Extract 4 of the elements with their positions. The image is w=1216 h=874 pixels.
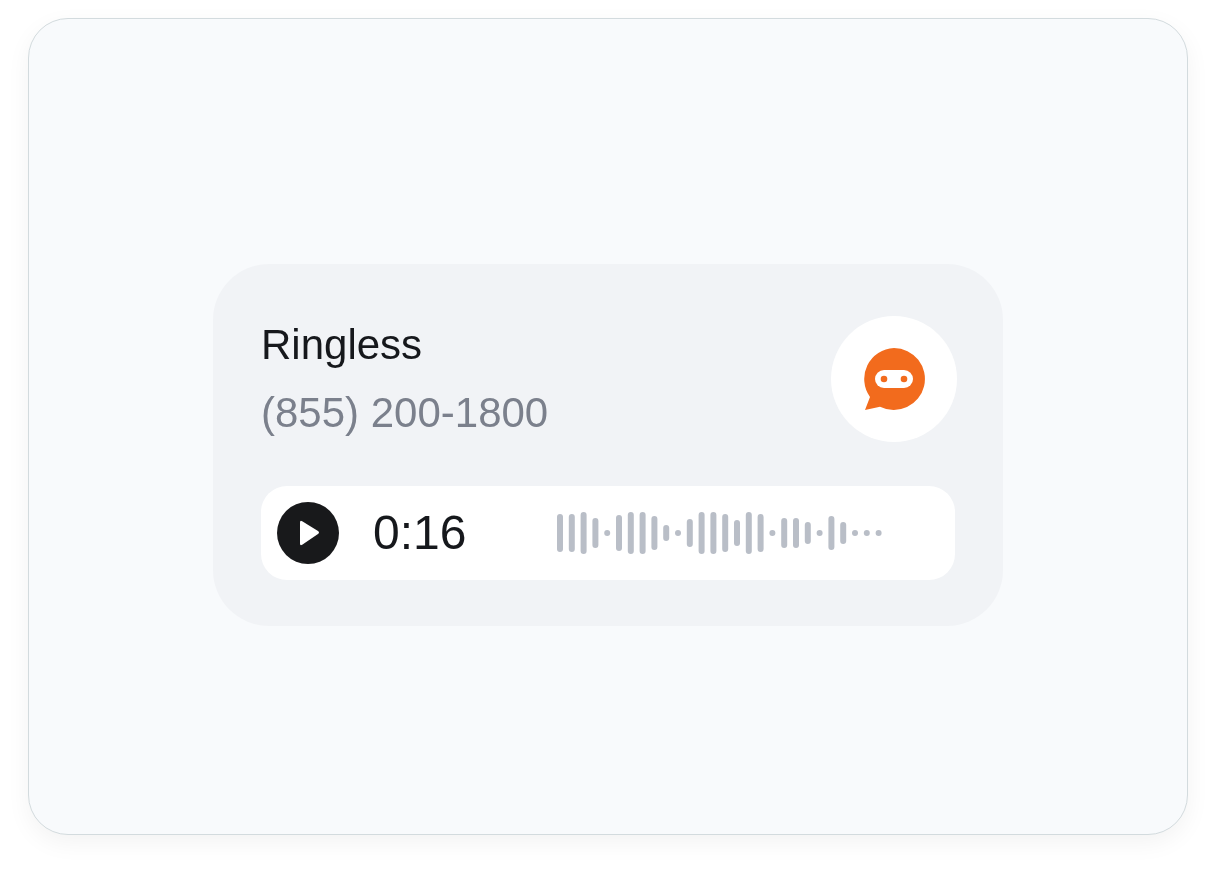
phone-number: (855) 200-1800	[261, 391, 549, 434]
duration-time: 0:16	[373, 505, 468, 560]
voicemail-icon	[861, 345, 927, 412]
contact-name: Ringless	[261, 323, 424, 366]
